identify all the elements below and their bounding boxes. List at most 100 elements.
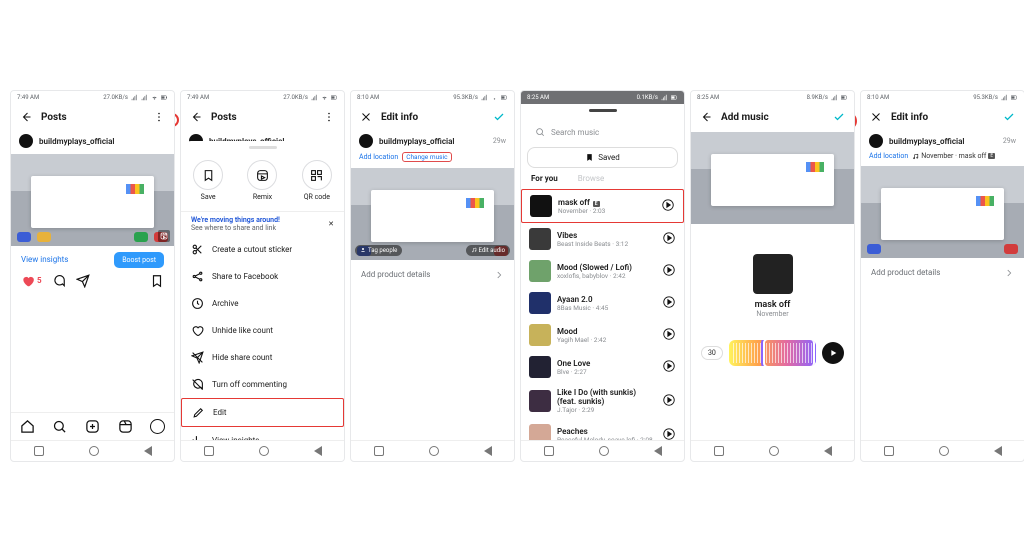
sys-recent-icon[interactable] xyxy=(884,446,894,456)
tab-browse[interactable]: Browse xyxy=(578,174,605,183)
play-button[interactable] xyxy=(822,342,844,364)
sys-recent-icon[interactable] xyxy=(34,446,44,456)
avatar xyxy=(359,134,373,148)
edit-audio-chip[interactable]: Edit audio xyxy=(466,245,510,256)
post-media[interactable] xyxy=(861,166,1024,258)
sheet-remix-button[interactable]: Remix xyxy=(247,160,277,201)
add-product-row[interactable]: Add product details xyxy=(861,258,1024,288)
sys-home-icon[interactable] xyxy=(599,446,609,456)
play-icon[interactable] xyxy=(662,359,676,375)
sheet-item-turn-off-comments[interactable]: Turn off commenting xyxy=(181,371,344,398)
tag-people-chip[interactable]: Tag people xyxy=(355,245,402,256)
song-row[interactable]: Mood (Slowed / Lofi)xoxlofis, babyblov ·… xyxy=(521,255,684,287)
status-time: 8:25 AM xyxy=(697,94,719,101)
play-icon[interactable] xyxy=(662,427,676,440)
sys-recent-icon[interactable] xyxy=(374,446,384,456)
share-icon[interactable] xyxy=(76,274,90,288)
sys-home-icon[interactable] xyxy=(89,446,99,456)
status-time: 8:10 AM xyxy=(357,94,379,101)
back-icon[interactable] xyxy=(189,110,203,124)
sys-recent-icon[interactable] xyxy=(544,446,554,456)
play-icon[interactable] xyxy=(662,231,676,247)
status-time: 7:49 AM xyxy=(17,94,39,101)
confirm-check-icon[interactable] xyxy=(832,110,846,124)
song-row[interactable]: Like I Do (with sunkis) (feat. sunkis)J.… xyxy=(521,383,684,419)
search-input[interactable]: Search music xyxy=(527,123,678,141)
confirm-check-icon[interactable] xyxy=(492,110,506,124)
like-button[interactable]: 5 xyxy=(21,274,42,288)
back-icon[interactable] xyxy=(699,110,713,124)
sheet-item-archive[interactable]: Archive xyxy=(181,290,344,317)
close-icon[interactable]: ✕ xyxy=(328,220,334,228)
sys-home-icon[interactable] xyxy=(939,446,949,456)
kebab-icon[interactable] xyxy=(322,110,336,124)
sheet-item-share-fb[interactable]: Share to Facebook xyxy=(181,263,344,290)
kebab-icon[interactable] xyxy=(152,110,166,124)
waveform-slider[interactable] xyxy=(729,340,816,366)
nav-profile-icon[interactable] xyxy=(150,419,165,434)
sys-recent-icon[interactable] xyxy=(204,446,214,456)
sys-recent-icon[interactable] xyxy=(714,446,724,456)
signal-icon xyxy=(131,94,138,101)
sys-back-icon[interactable] xyxy=(314,446,322,456)
song-row[interactable]: PeachesPeaceful Melody, soave lofi · 2:0… xyxy=(521,419,684,440)
saved-button[interactable]: Saved xyxy=(527,147,678,168)
play-icon[interactable] xyxy=(661,198,675,214)
confirm-check-icon[interactable] xyxy=(1002,110,1016,124)
info-banner[interactable]: We're moving things around!See where to … xyxy=(181,212,344,236)
sys-home-icon[interactable] xyxy=(429,446,439,456)
nav-search-icon[interactable] xyxy=(52,419,67,434)
sys-back-icon[interactable] xyxy=(994,446,1002,456)
clip-duration-button[interactable]: 30 xyxy=(701,346,723,360)
tab-for-you[interactable]: For you xyxy=(531,174,558,183)
nav-create-icon[interactable] xyxy=(85,419,100,434)
change-music-link[interactable]: Change music xyxy=(402,152,451,162)
add-location-link[interactable]: Add location xyxy=(359,153,398,161)
account-row[interactable]: buildmyplays_official xyxy=(11,130,174,152)
close-icon[interactable] xyxy=(359,110,373,124)
action-bar: 5 xyxy=(11,268,174,294)
song-row[interactable]: Ayaan 2.08Bas Music · 4:45 xyxy=(521,287,684,319)
page-title: Posts xyxy=(211,112,237,123)
sheet-item-view-insights[interactable]: View insights xyxy=(181,427,344,440)
view-insights-link[interactable]: View insights xyxy=(21,255,68,264)
sheet-grabber[interactable] xyxy=(249,146,277,149)
comment-icon[interactable] xyxy=(52,274,66,288)
sys-back-icon[interactable] xyxy=(654,446,662,456)
close-icon[interactable] xyxy=(869,110,883,124)
sheet-item-edit[interactable]: Edit xyxy=(181,398,344,427)
sheet-grabber[interactable] xyxy=(589,109,617,112)
song-row[interactable]: One LoveBlve · 2:27 xyxy=(521,351,684,383)
play-icon[interactable] xyxy=(662,295,676,311)
play-icon[interactable] xyxy=(662,263,676,279)
add-product-row[interactable]: Add product details xyxy=(351,260,514,290)
sys-back-icon[interactable] xyxy=(484,446,492,456)
signal-icon xyxy=(1001,94,1008,101)
sys-home-icon[interactable] xyxy=(259,446,269,456)
sys-back-icon[interactable] xyxy=(144,446,152,456)
sys-back-icon[interactable] xyxy=(824,446,832,456)
save-icon[interactable] xyxy=(150,274,164,288)
post-media[interactable]: Tag people Edit audio xyxy=(351,168,514,260)
sheet-item-cutout[interactable]: Create a cutout sticker xyxy=(181,236,344,263)
song-row[interactable]: VibesBeast Inside Beats · 3:12 xyxy=(521,223,684,255)
nav-home-icon[interactable] xyxy=(20,419,35,434)
selection-window[interactable] xyxy=(763,340,815,366)
sheet-qrcode-button[interactable]: QR code xyxy=(302,160,332,201)
boost-post-button[interactable]: Boost post xyxy=(114,252,164,268)
song-row[interactable]: mask offENovember · 2:03 xyxy=(521,189,684,223)
back-icon[interactable] xyxy=(19,110,33,124)
song-row[interactable]: MoodYagih Mael · 2:42 xyxy=(521,319,684,351)
sys-home-icon[interactable] xyxy=(769,446,779,456)
sheet-item-hide-shares[interactable]: Hide share count xyxy=(181,344,344,371)
nav-reels-icon[interactable] xyxy=(118,419,133,434)
search-icon xyxy=(535,127,545,137)
like-count: 5 xyxy=(37,276,42,285)
play-icon[interactable] xyxy=(662,327,676,343)
add-location-link[interactable]: Add location xyxy=(869,152,908,160)
sheet-item-unhide-likes[interactable]: Unhide like count xyxy=(181,317,344,344)
play-icon[interactable] xyxy=(662,393,676,409)
track-attached[interactable]: November · mask offE xyxy=(912,152,995,160)
post-media[interactable] xyxy=(11,154,174,246)
sheet-save-button[interactable]: Save xyxy=(193,160,223,201)
